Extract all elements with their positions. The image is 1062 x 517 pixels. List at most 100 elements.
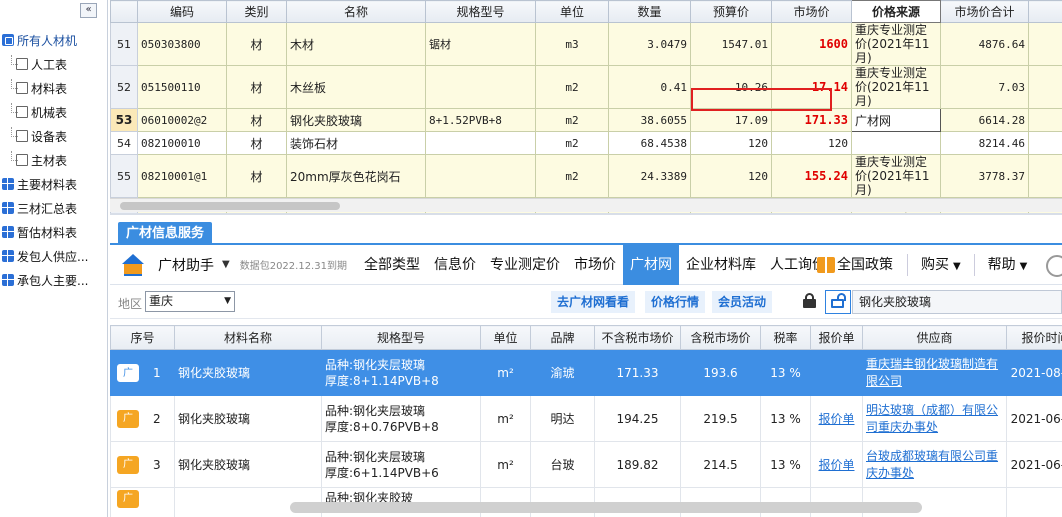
- quote-link[interactable]: 报价单: [818, 412, 854, 426]
- column-header[interactable]: 不含税市场价: [594, 325, 681, 350]
- cell-total[interactable]: 3778.37: [940, 154, 1029, 198]
- cell-spec[interactable]: [425, 131, 536, 155]
- table-row[interactable]: 广 3 钢化夹胶玻璃 品种:钢化夹层玻璃 厚度:6+1.14PVB+6 m² 台玻 189.8…: [110, 441, 1062, 488]
- cell-date[interactable]: 2021-06-29: [1006, 395, 1062, 442]
- cell-type[interactable]: 材: [226, 22, 287, 66]
- tree-item[interactable]: 主材表: [0, 148, 107, 172]
- cell-price-in-tax[interactable]: 193.6: [680, 349, 761, 396]
- tree-item[interactable]: 暂估材料表: [0, 220, 107, 244]
- column-header[interactable]: 预算价: [690, 0, 772, 23]
- cell-blank[interactable]: [1028, 22, 1062, 66]
- cell-type[interactable]: 材: [226, 154, 287, 198]
- cell-code[interactable]: 08210001@1: [137, 154, 227, 198]
- collapse-panel-button[interactable]: «: [80, 3, 97, 18]
- table-row[interactable]: 54 082100010 材装饰石材 m2 68.4538 120 120 8214.46: [110, 131, 1062, 155]
- supplier-link[interactable]: 重庆瑞圭钢化玻璃制造有限公司: [866, 357, 998, 388]
- column-header[interactable]: [110, 0, 138, 23]
- cell-type[interactable]: 材: [226, 131, 287, 155]
- tree-item[interactable]: 所有人材机: [0, 28, 107, 52]
- table-row[interactable]: 55 08210001@1 材 20mm厚灰色花岗石 m2 24.3389 120 155.2…: [110, 154, 1062, 198]
- cell-qty[interactable]: 38.6055: [608, 108, 691, 132]
- nav-tab[interactable]: 专业测定价: [483, 245, 567, 285]
- cell-name[interactable]: 20mm厚灰色花岗石: [286, 154, 426, 198]
- quote-link[interactable]: 报价单: [818, 458, 854, 472]
- horizontal-scrollbar[interactable]: [110, 198, 1062, 212]
- column-header[interactable]: 税率: [760, 325, 811, 350]
- cell-idx[interactable]: 55: [110, 154, 138, 198]
- cell-price-ex-tax[interactable]: 194.25: [594, 395, 681, 442]
- cell-budget[interactable]: 10.26: [690, 65, 772, 109]
- column-header[interactable]: 含税市场价: [680, 325, 761, 350]
- supplier-link[interactable]: 明达玻璃（成都）有限公司重庆办事处: [866, 403, 998, 434]
- tree-item[interactable]: 设备表: [0, 124, 107, 148]
- column-header[interactable]: 序号: [110, 325, 175, 350]
- supplier-link[interactable]: 台玻成都玻璃有限公司重庆办事处: [866, 449, 998, 480]
- cell-price-in-tax[interactable]: 214.5: [680, 441, 761, 488]
- visit-gldcw-button[interactable]: 去广材网看看: [551, 291, 636, 313]
- price-trend-button[interactable]: 价格行情: [645, 291, 706, 313]
- horizontal-scrollbar[interactable]: [290, 502, 922, 513]
- cell-unit[interactable]: m²: [480, 395, 531, 442]
- cell-index[interactable]: 广: [110, 487, 175, 517]
- cell-spec[interactable]: 锯材: [425, 22, 536, 66]
- cell-idx[interactable]: 54: [110, 131, 138, 155]
- cell-date[interactable]: 2021-06-29: [1006, 441, 1062, 488]
- column-header[interactable]: 数量: [608, 0, 691, 23]
- cell-material-name[interactable]: 钢化夹胶玻璃: [174, 349, 322, 396]
- column-header[interactable]: 价格来源: [851, 0, 941, 23]
- table-row[interactable]: 53 06010002@2 材钢化夹胶玻璃 8+1.52PVB+8 m2 38.6055 1…: [110, 108, 1062, 132]
- cell-source[interactable]: [851, 131, 941, 155]
- brand-name[interactable]: 广材助手: [158, 255, 214, 275]
- cell-code[interactable]: 051500110: [137, 65, 227, 109]
- tree-item[interactable]: 机械表: [0, 100, 107, 124]
- cell-date[interactable]: [1006, 487, 1062, 517]
- column-header[interactable]: 单位: [480, 325, 531, 350]
- cell-name[interactable]: 装饰石材: [286, 131, 426, 155]
- nav-tab[interactable]: 企业材料库: [679, 245, 763, 285]
- cell-market[interactable]: 17.14: [771, 65, 852, 109]
- column-header[interactable]: 供应商: [862, 325, 1007, 350]
- cell-budget[interactable]: 120: [690, 154, 772, 198]
- cell-supplier[interactable]: 明达玻璃（成都）有限公司重庆办事处: [862, 395, 1007, 442]
- nav-tab[interactable]: 信息价: [427, 245, 483, 285]
- cell-source[interactable]: 重庆专业测定价(2021年11月): [851, 22, 941, 66]
- cell-total[interactable]: 7.03: [940, 65, 1029, 109]
- cell-unit[interactable]: m2: [535, 108, 609, 132]
- column-header[interactable]: 材料名称: [174, 325, 322, 350]
- column-header[interactable]: 单位: [535, 0, 609, 23]
- cell-blank[interactable]: [1028, 131, 1062, 155]
- cell-quote[interactable]: 报价单: [810, 441, 863, 488]
- cell-supplier[interactable]: 重庆瑞圭钢化玻璃制造有限公司: [862, 349, 1007, 396]
- cell-price-in-tax[interactable]: 219.5: [680, 395, 761, 442]
- cell-code[interactable]: 06010002@2: [137, 108, 227, 132]
- region-select[interactable]: 重庆 ▼: [145, 291, 235, 312]
- cell-spec[interactable]: [425, 154, 536, 198]
- column-header[interactable]: 类别: [226, 0, 287, 23]
- cell-blank[interactable]: [1028, 108, 1062, 132]
- cell-blank[interactable]: [1028, 154, 1062, 198]
- cell-market[interactable]: 155.24: [771, 154, 852, 198]
- cell-index[interactable]: 广2: [110, 395, 175, 442]
- cell-name[interactable]: 木材: [286, 22, 426, 66]
- cell-qty[interactable]: 24.3389: [608, 154, 691, 198]
- nav-tab[interactable]: 全国政策: [837, 245, 901, 285]
- cell-material-name[interactable]: 钢化夹胶玻璃: [174, 395, 322, 442]
- nav-tab[interactable]: 广材网: [622, 244, 679, 285]
- cell-budget[interactable]: 120: [690, 131, 772, 155]
- cell-material-name[interactable]: 钢化夹胶玻璃: [174, 441, 322, 488]
- column-header[interactable]: 编码: [137, 0, 227, 23]
- column-header[interactable]: 市场价: [771, 0, 852, 23]
- cell-type[interactable]: 材: [226, 108, 287, 132]
- cell-source[interactable]: 重庆专业测定价(2021年11月): [851, 65, 941, 109]
- cell-unit[interactable]: m2: [535, 65, 609, 109]
- cell-budget[interactable]: 1547.01: [690, 22, 772, 66]
- nav-tab[interactable]: 全部类型: [357, 245, 427, 285]
- cell-spec[interactable]: 8+1.52PVB+8: [425, 108, 536, 132]
- nav-tab[interactable]: 市场价: [567, 245, 623, 285]
- help-menu[interactable]: 帮助 ▼: [981, 245, 1035, 285]
- tree-item[interactable]: 人工表: [0, 52, 107, 76]
- cell-total[interactable]: 8214.46: [940, 131, 1029, 155]
- cell-idx[interactable]: 53: [110, 108, 138, 132]
- cell-unit[interactable]: m²: [480, 441, 531, 488]
- cell-brand[interactable]: 台玻: [530, 441, 595, 488]
